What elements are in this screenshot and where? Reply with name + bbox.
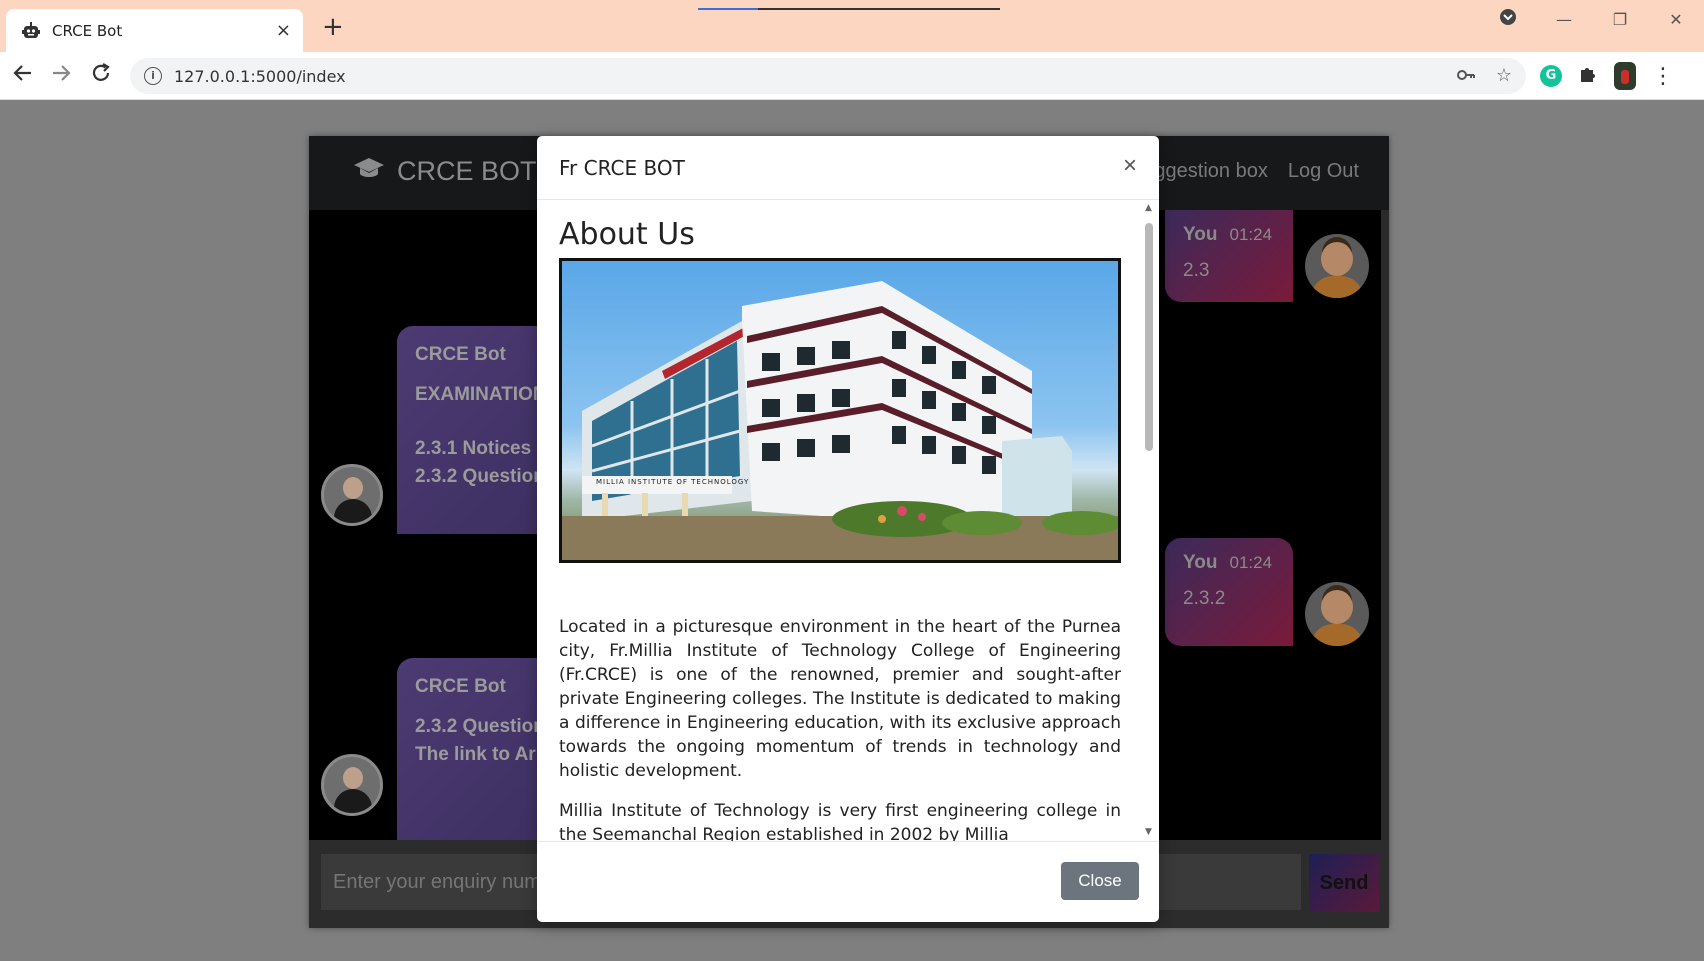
- browser-tabbar: CRCE Bot × + — ❐ ✕: [0, 0, 1704, 52]
- log-out-link[interactable]: Log Out: [1288, 160, 1359, 183]
- extensions-puzzle-icon[interactable]: [1578, 64, 1598, 89]
- restore-button[interactable]: ❐: [1592, 10, 1648, 29]
- browser-menu-icon[interactable]: ⋮: [1652, 64, 1674, 89]
- modal-header: Fr CRCE BOT ×: [537, 136, 1159, 200]
- message-text: 2.3.2: [1183, 588, 1226, 609]
- send-button[interactable]: Send: [1309, 854, 1379, 912]
- scroll-thumb[interactable]: [1145, 223, 1153, 451]
- browser-toolbar: i 127.0.0.1:5000/index ☆ G ⋮: [0, 52, 1704, 100]
- scroll-up-arrow-icon[interactable]: ▲: [1145, 203, 1152, 213]
- minimize-button[interactable]: —: [1536, 10, 1592, 29]
- loading-indicator: [698, 8, 1000, 10]
- reload-icon[interactable]: [90, 62, 112, 89]
- grammarly-icon[interactable]: G: [1540, 65, 1562, 87]
- user-message: You 01:24 2.3.2: [1165, 538, 1293, 646]
- about-heading: About Us: [559, 217, 695, 252]
- window-controls: — ❐ ✕: [1480, 8, 1704, 30]
- modal-body[interactable]: About Us MILLIA INSTITUTE OF TECHNOLOGY …: [537, 201, 1159, 841]
- photo-sign-text: MILLIA INSTITUTE OF TECHNOLOGY: [596, 478, 750, 486]
- tab-search-icon[interactable]: [1480, 8, 1536, 30]
- modal-close-icon[interactable]: ×: [1123, 152, 1137, 180]
- browser-tab[interactable]: CRCE Bot ×: [6, 9, 303, 52]
- user-message: You 01:24 2.3: [1165, 210, 1293, 302]
- modal-footer: Close: [537, 841, 1159, 922]
- user-avatar: [1305, 234, 1369, 298]
- address-bar[interactable]: i 127.0.0.1:5000/index ☆: [130, 58, 1526, 94]
- college-building-photo: MILLIA INSTITUTE OF TECHNOLOGY: [559, 258, 1121, 563]
- message-sender: You: [1183, 552, 1218, 573]
- user-avatar: [1305, 582, 1369, 646]
- bookmark-star-icon[interactable]: ☆: [1496, 65, 1512, 90]
- url-text: 127.0.0.1:5000/index: [174, 66, 346, 86]
- message-sender: You: [1183, 224, 1218, 245]
- bot-avatar: [321, 754, 383, 816]
- robot-icon: [20, 20, 42, 42]
- message-time: 01:24: [1229, 553, 1273, 572]
- about-paragraph: Millia Institute of Technology is very f…: [559, 801, 1121, 841]
- brand-name: CRCE BOT: [397, 156, 537, 186]
- graduation-cap-icon: [353, 156, 385, 187]
- about-modal: Fr CRCE BOT × About Us MILLIA INSTITUTE …: [537, 136, 1159, 922]
- profile-avatar[interactable]: [1614, 62, 1636, 90]
- close-button[interactable]: Close: [1061, 862, 1139, 900]
- new-tab-button[interactable]: +: [322, 14, 344, 40]
- scroll-down-arrow-icon[interactable]: ▼: [1145, 827, 1152, 837]
- bot-avatar: [321, 464, 383, 526]
- window-close-button[interactable]: ✕: [1648, 10, 1704, 29]
- site-info-icon[interactable]: i: [144, 67, 162, 85]
- back-arrow-icon[interactable]: [12, 62, 34, 89]
- message-text: 2.3: [1183, 260, 1210, 281]
- modal-title: Fr CRCE BOT: [559, 156, 685, 180]
- key-icon[interactable]: [1456, 65, 1476, 90]
- message-time: 01:24: [1229, 225, 1273, 244]
- forward-arrow-icon[interactable]: [50, 62, 72, 89]
- tab-title: CRCE Bot: [52, 21, 123, 40]
- modal-scrollbar[interactable]: ▲ ▼: [1143, 201, 1155, 841]
- about-paragraph: Located in a picturesque environment in …: [559, 617, 1121, 781]
- tab-close-icon[interactable]: ×: [276, 20, 291, 41]
- app-brand[interactable]: CRCE BOT: [353, 156, 537, 187]
